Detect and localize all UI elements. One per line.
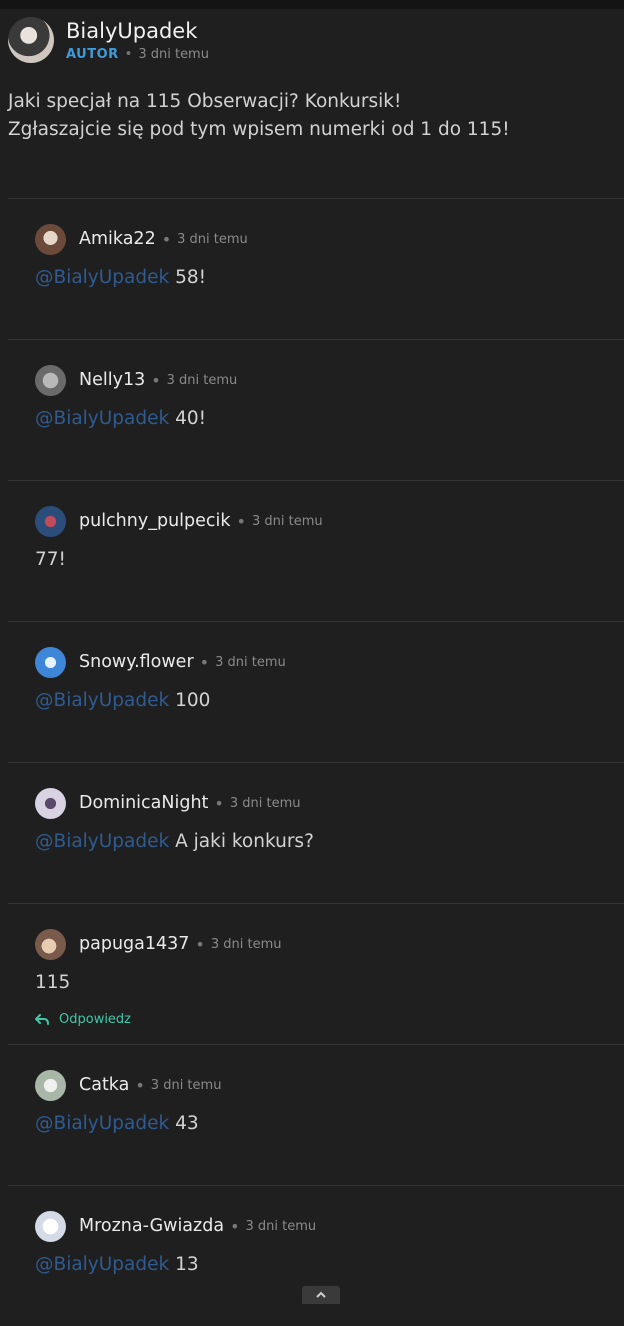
- post-time: 3 dni temu: [138, 47, 209, 62]
- comment-username[interactable]: Catka: [79, 1075, 129, 1095]
- scroll-top-button[interactable]: [302, 1286, 340, 1304]
- post-line: Zgłaszajcie się pod tym wpisem numerki o…: [8, 119, 510, 140]
- top-bar: [0, 0, 624, 9]
- comment-time: 3 dni temu: [251, 513, 323, 529]
- comment-time: 3 dni temu: [210, 936, 282, 952]
- comment-body: @BialyUpadek A jaki konkurs?: [35, 831, 314, 852]
- comment-list: Amika22 • 3 dni temu @BialyUpadek 58! Ne…: [8, 198, 624, 1326]
- comment-text: 40!: [175, 408, 207, 429]
- comment-header: Snowy.flower • 3 dni temu: [35, 646, 286, 678]
- mention-link[interactable]: @BialyUpadek: [35, 1113, 169, 1134]
- comment-username[interactable]: DominicaNight: [79, 793, 208, 813]
- comment: Nelly13 • 3 dni temu @BialyUpadek 40!: [8, 339, 624, 480]
- comment-username[interactable]: Amika22: [79, 229, 156, 249]
- comment-body: @BialyUpadek 58!: [35, 267, 206, 288]
- mention-link[interactable]: @BialyUpadek: [35, 408, 169, 429]
- comment-time: 3 dni temu: [177, 231, 248, 247]
- chevron-up-icon: [316, 1291, 326, 1298]
- comment-text: A jaki konkurs?: [175, 831, 314, 852]
- separator-dot: •: [214, 793, 224, 813]
- comment: DominicaNight • 3 dni temu @BialyUpadek …: [8, 762, 624, 903]
- author-subline: AUTOR • 3 dni temu: [66, 47, 209, 62]
- comment-username[interactable]: papuga1437: [79, 934, 189, 954]
- comment-username[interactable]: pulchny_pulpecik: [79, 511, 231, 531]
- author-meta: BialyUpadek AUTOR • 3 dni temu: [66, 17, 209, 62]
- separator-dot: •: [199, 652, 210, 672]
- comment-header: Nelly13 • 3 dni temu: [35, 364, 237, 396]
- post-body: Jaki specjał na 115 Obserwacji? Konkursi…: [8, 88, 608, 144]
- separator-dot: •: [230, 1216, 240, 1236]
- comment-username[interactable]: Snowy.flower: [79, 652, 194, 672]
- comment-body: @BialyUpadek 40!: [35, 408, 206, 429]
- comment: papuga1437 • 3 dni temu 115 Odpowiedz: [8, 903, 624, 1044]
- user-avatar[interactable]: [35, 364, 66, 396]
- comment-username[interactable]: Nelly13: [79, 370, 145, 390]
- mention-link[interactable]: @BialyUpadek: [35, 831, 169, 852]
- comment-header: papuga1437 • 3 dni temu: [35, 928, 281, 960]
- mention-link[interactable]: @BialyUpadek: [35, 690, 169, 711]
- separator-dot: •: [236, 511, 246, 531]
- author-badge: AUTOR: [66, 47, 119, 62]
- comment-body: 77!: [35, 549, 66, 570]
- comment-text: 13: [175, 1254, 199, 1275]
- comment-time: 3 dni temu: [245, 1218, 317, 1234]
- user-avatar[interactable]: [35, 928, 66, 960]
- comment-header: Mrozna-Gwiazda • 3 dni temu: [35, 1210, 316, 1242]
- separator-dot: •: [151, 370, 161, 390]
- user-avatar[interactable]: [35, 505, 66, 537]
- comment-time: 3 dni temu: [229, 795, 301, 811]
- comment-header: Amika22 • 3 dni temu: [35, 223, 248, 255]
- reply-arrow-icon: [35, 1013, 49, 1025]
- comment: Mrozna-Gwiazda • 3 dni temu @BialyUpadek…: [8, 1185, 624, 1326]
- comment: Amika22 • 3 dni temu @BialyUpadek 58!: [8, 198, 624, 339]
- separator-dot: •: [195, 934, 205, 954]
- reply-label: Odpowiedz: [59, 1012, 132, 1027]
- comment: Snowy.flower • 3 dni temu @BialyUpadek 1…: [8, 621, 624, 762]
- author-avatar[interactable]: [8, 17, 54, 63]
- comment-text: 43: [175, 1113, 199, 1134]
- mention-link[interactable]: @BialyUpadek: [35, 1254, 169, 1275]
- comment-text: 115: [35, 972, 71, 993]
- post-line: Jaki specjał na 115 Obserwacji? Konkursi…: [8, 91, 402, 112]
- comment-header: pulchny_pulpecik • 3 dni temu: [35, 505, 323, 537]
- comment-header: DominicaNight • 3 dni temu: [35, 787, 300, 819]
- separator-dot: •: [124, 47, 133, 62]
- user-avatar[interactable]: [35, 223, 66, 255]
- comment-body: @BialyUpadek 100: [35, 690, 210, 711]
- comment-body: @BialyUpadek 13: [35, 1254, 199, 1275]
- comment-body: @BialyUpadek 43: [35, 1113, 199, 1134]
- comment-username[interactable]: Mrozna-Gwiazda: [79, 1216, 224, 1236]
- comment-body: 115: [35, 972, 70, 993]
- comment-time: 3 dni temu: [215, 654, 286, 670]
- separator-dot: •: [161, 229, 172, 249]
- author-name[interactable]: BialyUpadek: [66, 17, 209, 45]
- user-avatar[interactable]: [35, 646, 66, 678]
- comment-text: 58!: [175, 267, 207, 288]
- comment-time: 3 dni temu: [166, 372, 238, 388]
- post-header: BialyUpadek AUTOR • 3 dni temu: [8, 17, 209, 63]
- separator-dot: •: [135, 1075, 145, 1095]
- reply-button[interactable]: Odpowiedz: [35, 1012, 131, 1027]
- comment: Catka • 3 dni temu @BialyUpadek 43: [8, 1044, 624, 1185]
- comment-text: 77!: [35, 549, 66, 570]
- user-avatar[interactable]: [35, 1210, 66, 1242]
- comment: pulchny_pulpecik • 3 dni temu 77!: [8, 480, 624, 621]
- user-avatar[interactable]: [35, 1069, 66, 1101]
- comment-time: 3 dni temu: [150, 1077, 222, 1093]
- comment-text: 100: [175, 690, 211, 711]
- comment-header: Catka • 3 dni temu: [35, 1069, 221, 1101]
- user-avatar[interactable]: [35, 787, 66, 819]
- mention-link[interactable]: @BialyUpadek: [35, 267, 169, 288]
